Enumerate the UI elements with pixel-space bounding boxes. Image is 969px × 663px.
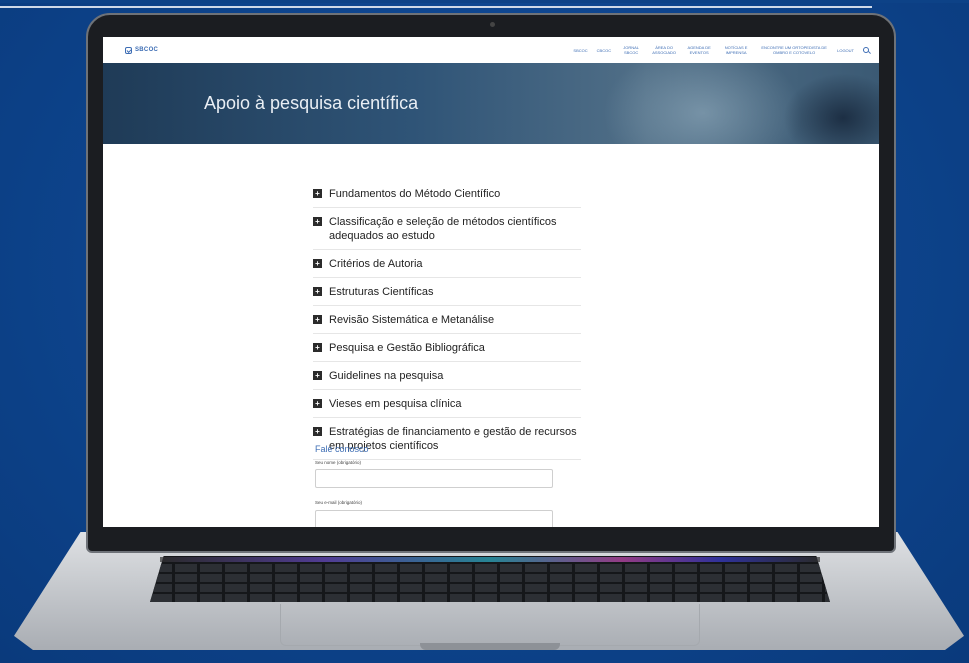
nav-link-agenda[interactable]: AGENDA DE EVENTOS xyxy=(686,45,712,55)
nav-link-area-associado[interactable]: ÁREA DO ASSOCIADO xyxy=(651,45,677,55)
accordion-label[interactable]: Classificação e seleção de métodos cient… xyxy=(329,215,581,243)
check-icon xyxy=(125,46,132,54)
page-top-band xyxy=(0,0,969,3)
plus-icon[interactable]: + xyxy=(313,315,322,324)
laptop-lid: SBCOC SBCOC CBCOC JORNAL SBCOC ÁREA DO A… xyxy=(86,13,896,553)
accordion-item[interactable]: + Pesquisa e Gestão Bibliográfica xyxy=(313,339,581,362)
plus-icon[interactable]: + xyxy=(313,189,322,198)
accordion-label[interactable]: Vieses em pesquisa clínica xyxy=(329,397,461,411)
page-top-rule xyxy=(0,6,872,8)
camera-icon xyxy=(490,22,495,27)
accordion-item[interactable]: + Estratégias de financiamento e gestão d… xyxy=(313,423,581,460)
hero-light xyxy=(603,63,803,144)
laptop-touchbar xyxy=(160,557,820,562)
nav-links: SBCOC CBCOC JORNAL SBCOC ÁREA DO ASSOCIA… xyxy=(573,45,869,55)
contact-title: Fale conosco xyxy=(315,444,369,454)
laptop-screen: SBCOC SBCOC CBCOC JORNAL SBCOC ÁREA DO A… xyxy=(103,37,879,527)
hero-banner: Apoio à pesquisa científica xyxy=(103,63,879,144)
accordion-label[interactable]: Estruturas Científicas xyxy=(329,285,434,299)
plus-icon[interactable]: + xyxy=(313,217,322,226)
email-field[interactable] xyxy=(315,510,553,527)
plus-icon[interactable]: + xyxy=(313,371,322,380)
email-field-label: Seu e-mail (obrigatório) xyxy=(315,500,363,505)
name-field[interactable] xyxy=(315,469,553,488)
hero-shade xyxy=(783,73,879,144)
nav-link-jornal[interactable]: JORNAL SBCOC xyxy=(620,45,642,55)
accordion-item[interactable]: + Estruturas Científicas xyxy=(313,283,581,306)
accordion-label[interactable]: Fundamentos do Método Científico xyxy=(329,187,500,201)
accordion-item[interactable]: + Guidelines na pesquisa xyxy=(313,367,581,390)
search-icon[interactable] xyxy=(863,47,869,53)
accordion-label[interactable]: Critérios de Autoria xyxy=(329,257,423,271)
nav-link-noticias[interactable]: NOTÍCIAS E IMPRENSA xyxy=(721,45,751,55)
plus-icon[interactable]: + xyxy=(313,399,322,408)
laptop-trackpad xyxy=(280,604,700,646)
nav-link-logout[interactable]: LOGOUT xyxy=(837,48,854,53)
topics-accordion: + Fundamentos do Método Científico + Class… xyxy=(313,185,581,465)
accordion-label[interactable]: Pesquisa e Gestão Bibliográfica xyxy=(329,341,485,355)
plus-icon[interactable]: + xyxy=(313,343,322,352)
nav-link-cbcoc[interactable]: CBCOC xyxy=(597,48,611,53)
laptop-notch xyxy=(420,643,560,650)
plus-icon[interactable]: + xyxy=(313,427,322,436)
nav-link-encontre-ortopedista[interactable]: ENCONTRE UM ORTOPEDISTA DE OMBRO E COTOV… xyxy=(760,45,828,55)
accordion-label[interactable]: Guidelines na pesquisa xyxy=(329,369,443,383)
accordion-item[interactable]: + Classificação e seleção de métodos cien… xyxy=(313,213,581,250)
page-title: Apoio à pesquisa científica xyxy=(204,93,419,113)
site-navbar: SBCOC SBCOC CBCOC JORNAL SBCOC ÁREA DO A… xyxy=(103,37,879,63)
name-field-label: Seu nome (obrigatório) xyxy=(315,460,362,465)
accordion-item[interactable]: + Fundamentos do Método Científico xyxy=(313,185,581,208)
laptop-keyboard xyxy=(150,556,830,602)
nav-link-sbcoc[interactable]: SBCOC xyxy=(573,48,587,53)
accordion-item[interactable]: + Vieses em pesquisa clínica xyxy=(313,395,581,418)
plus-icon[interactable]: + xyxy=(313,259,322,268)
site-logo[interactable]: SBCOC xyxy=(125,46,159,54)
plus-icon[interactable]: + xyxy=(313,287,322,296)
accordion-label[interactable]: Revisão Sistemática e Metanálise xyxy=(329,313,494,327)
accordion-item[interactable]: + Critérios de Autoria xyxy=(313,255,581,278)
accordion-item[interactable]: + Revisão Sistemática e Metanálise xyxy=(313,311,581,334)
logo-text: SBCOC xyxy=(135,47,159,53)
